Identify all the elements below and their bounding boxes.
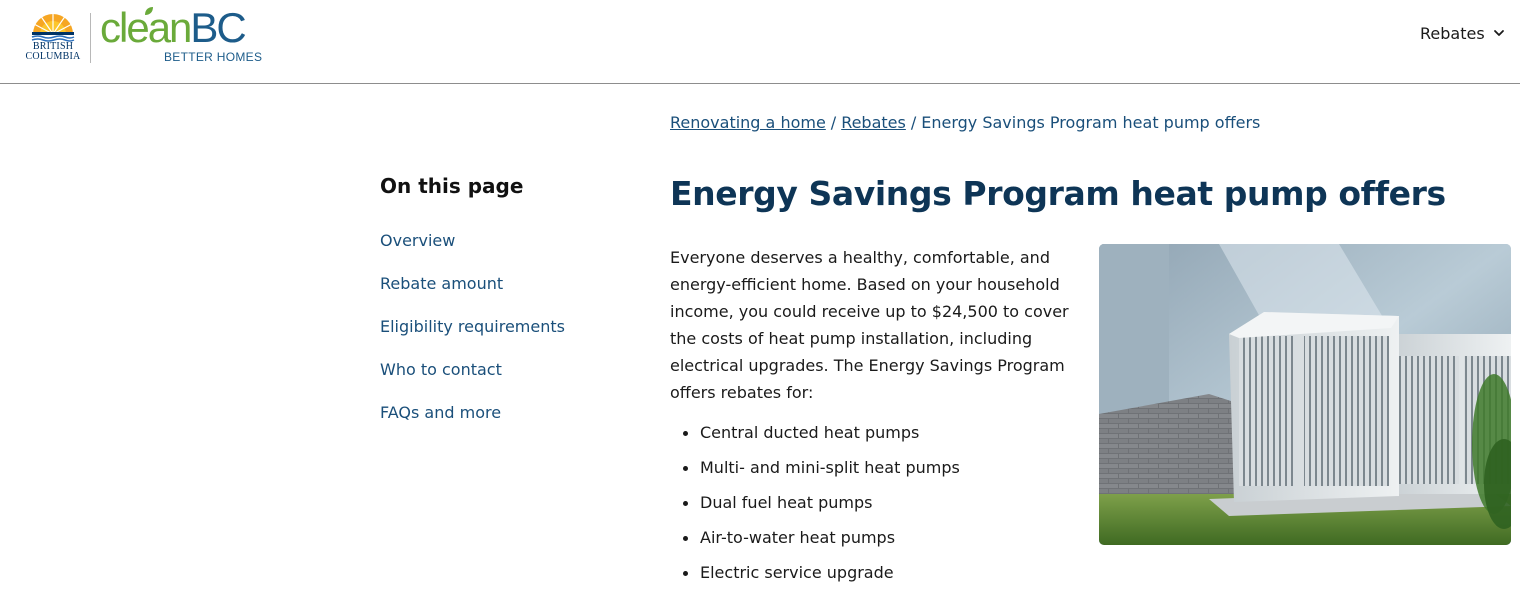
breadcrumb-current: Energy Savings Program heat pump offers bbox=[921, 113, 1261, 132]
bc-government-logo[interactable]: BRITISH COLUMBIA bbox=[24, 12, 82, 64]
better-homes-tagline: BETTER HOMES bbox=[164, 50, 263, 64]
chevron-down-icon bbox=[1493, 30, 1504, 36]
breadcrumb-link-rebates[interactable]: Rebates bbox=[841, 113, 906, 132]
sidebar-list: Overview Rebate amount Eligibility requi… bbox=[380, 230, 620, 445]
bc-logo-line2: COLUMBIA bbox=[25, 51, 81, 62]
breadcrumb-link-renovating[interactable]: Renovating a home bbox=[670, 113, 826, 132]
list-item: Dual fuel heat pumps bbox=[670, 492, 1070, 527]
heat-pump-illustration bbox=[1099, 244, 1511, 545]
nav-rebates-label: Rebates bbox=[1420, 23, 1485, 43]
sidebar-link-overview[interactable]: Overview bbox=[380, 231, 455, 250]
cleanbc-logo[interactable]: cleanBC bbox=[100, 7, 247, 49]
heat-pump-image bbox=[1099, 244, 1511, 545]
sidebar-item-who-to-contact: Who to contact bbox=[380, 359, 620, 402]
list-item: Multi- and mini-split heat pumps bbox=[670, 457, 1070, 492]
sidebar-item-rebate-amount: Rebate amount bbox=[380, 273, 620, 316]
page-title: Energy Savings Program heat pump offers bbox=[670, 174, 1446, 213]
list-item: Air-to-water heat pumps bbox=[670, 527, 1070, 562]
sidebar-title: On this page bbox=[380, 174, 524, 198]
list-item: Central ducted heat pumps bbox=[670, 422, 1070, 457]
on-this-page-nav: On this page Overview Rebate amount Elig… bbox=[380, 172, 620, 445]
breadcrumb: Renovating a home / Rebates / Energy Savings… bbox=[670, 112, 1260, 134]
breadcrumb-separator: / bbox=[830, 113, 837, 132]
sunrise-logo-icon bbox=[31, 12, 75, 42]
sidebar-link-who-to-contact[interactable]: Who to contact bbox=[380, 360, 502, 379]
sidebar-link-faqs[interactable]: FAQs and more bbox=[380, 403, 501, 422]
sidebar-item-overview: Overview bbox=[380, 230, 620, 273]
sidebar-item-faqs: FAQs and more bbox=[380, 402, 620, 445]
cleanbc-bc-text: BC bbox=[190, 4, 246, 51]
site-header: BRITISH COLUMBIA cleanBC BETTER HOMES Re… bbox=[0, 0, 1520, 84]
sidebar-link-rebate-amount[interactable]: Rebate amount bbox=[380, 274, 503, 293]
logo-divider bbox=[90, 13, 91, 63]
intro-paragraph: Everyone deserves a healthy, comfortable… bbox=[670, 248, 1069, 402]
bc-logo-wordmark: BRITISH COLUMBIA bbox=[24, 42, 82, 62]
rebate-types-list: Central ducted heat pumps Multi- and min… bbox=[670, 422, 1070, 592]
nav-rebates-menu[interactable]: Rebates bbox=[1420, 22, 1505, 44]
list-item: Electric service upgrade bbox=[670, 562, 1070, 592]
sidebar-item-eligibility: Eligibility requirements bbox=[380, 316, 620, 359]
leaf-icon bbox=[145, 7, 153, 15]
sidebar-link-eligibility[interactable]: Eligibility requirements bbox=[380, 317, 565, 336]
breadcrumb-separator: / bbox=[910, 113, 917, 132]
